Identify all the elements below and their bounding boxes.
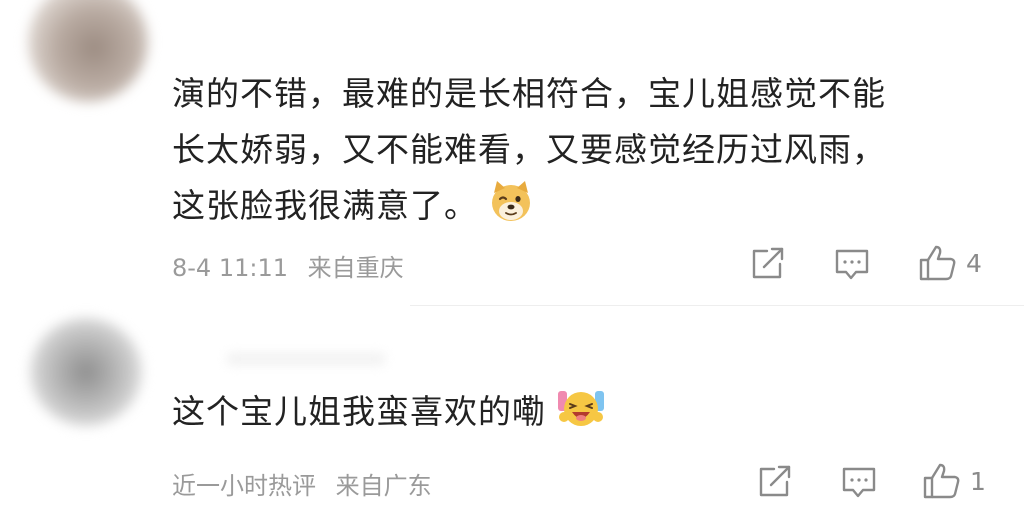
comment-list: 演的不错，最难的是长相符合，宝儿姐感觉不能 长太娇弱，又不能难看，又要感觉经历过… bbox=[0, 0, 1024, 514]
avatar[interactable] bbox=[30, 318, 142, 426]
reply-button[interactable] bbox=[841, 466, 877, 500]
share-button[interactable] bbox=[757, 465, 793, 499]
laughing-cheer-emoji-icon bbox=[556, 385, 606, 446]
divider bbox=[410, 305, 1024, 306]
comment-text-line: 这张脸我很满意了。 bbox=[172, 178, 992, 240]
like-count: 1 bbox=[970, 466, 986, 496]
comment-body: 演的不错，最难的是长相符合，宝儿姐感觉不能 长太娇弱，又不能难看，又要感觉经历过… bbox=[172, 66, 992, 240]
comment-meta: 近一小时热评 来自广东 bbox=[172, 466, 432, 501]
comment-reply-icon bbox=[834, 248, 870, 282]
comment-text-line: 演的不错，最难的是长相符合，宝儿姐感觉不能 bbox=[172, 74, 886, 113]
avatar[interactable] bbox=[28, 0, 148, 102]
reply-button[interactable] bbox=[834, 248, 870, 282]
share-icon bbox=[757, 465, 793, 499]
comment-location: 来自广东 bbox=[335, 472, 432, 500]
doge-emoji-icon bbox=[488, 179, 534, 240]
username-placeholder bbox=[226, 352, 386, 366]
share-icon bbox=[750, 247, 786, 281]
comment-meta: 8-4 11:11 来自重庆 bbox=[172, 248, 404, 283]
share-button[interactable] bbox=[750, 247, 786, 281]
comment-body: 这个宝儿姐我蛮喜欢的嘞 bbox=[172, 384, 992, 446]
comment-time: 近一小时热评 bbox=[172, 472, 316, 500]
thumbs-up-icon bbox=[922, 462, 962, 500]
comment-text-line: 这个宝儿姐我蛮喜欢的嘞 bbox=[172, 384, 992, 446]
thumbs-up-icon bbox=[918, 244, 958, 282]
comment-time: 8-4 11:11 bbox=[172, 254, 288, 282]
comment-location: 来自重庆 bbox=[307, 254, 404, 282]
comment-text-line: 长太娇弱，又不能难看，又要感觉经历过风雨， bbox=[172, 130, 886, 169]
comment-reply-icon bbox=[841, 466, 877, 500]
like-button[interactable]: 1 bbox=[922, 462, 986, 500]
like-count: 4 bbox=[966, 248, 982, 278]
like-button[interactable]: 4 bbox=[918, 244, 982, 282]
